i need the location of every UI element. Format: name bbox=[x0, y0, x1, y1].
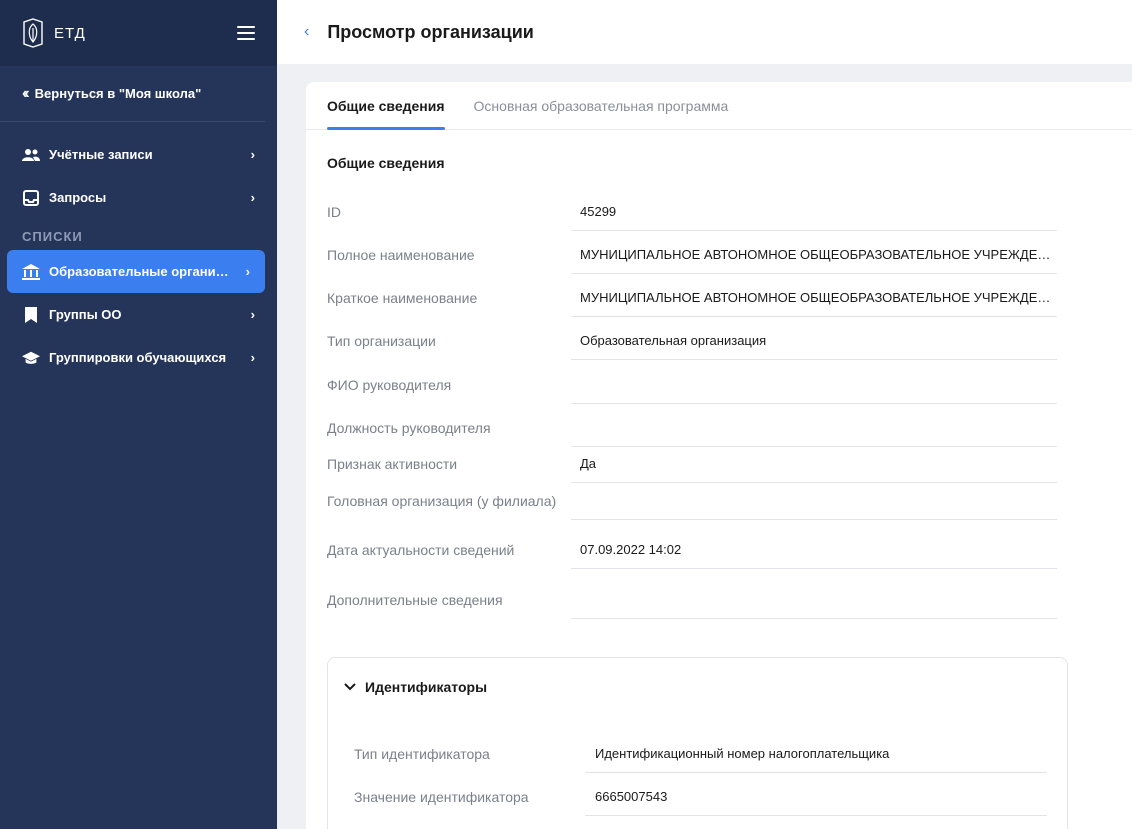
field-label: Тип идентификатора bbox=[354, 746, 490, 762]
identifiers-title: Идентификаторы bbox=[365, 679, 488, 695]
field-label: Полное наименование bbox=[327, 247, 475, 263]
chevron-right-icon: › bbox=[250, 147, 255, 162]
field-divider bbox=[571, 519, 1057, 520]
chevron-right-icon: › bbox=[250, 350, 255, 365]
field-value: 6665007543 bbox=[595, 789, 668, 804]
sidebar-item-org-groups[interactable]: Группы ОО › bbox=[0, 293, 277, 336]
field-value: МУНИЦИПАЛЬНОЕ АВТОНОМНОЕ ОБЩЕОБРАЗОВАТЕЛ… bbox=[580, 290, 1057, 305]
back-link-label: Вернуться в "Моя школа" bbox=[34, 86, 202, 101]
tab-main-educational-program[interactable]: Основная образовательная программа bbox=[474, 82, 729, 129]
section-title-lists: СПИСКИ bbox=[22, 229, 83, 244]
field-divider bbox=[571, 273, 1057, 274]
bookmark-icon bbox=[22, 306, 40, 324]
field-value: Образовательная организация bbox=[580, 333, 767, 348]
field-additional-info: Дополнительные сведения bbox=[327, 592, 1057, 619]
field-label: ID bbox=[327, 204, 341, 220]
field-label: Дата актуальности сведений bbox=[327, 542, 515, 558]
field-value: МУНИЦИПАЛЬНОЕ АВТОНОМНОЕ ОБЩЕОБРАЗОВАТЕЛ… bbox=[580, 247, 1057, 262]
field-divider bbox=[571, 316, 1057, 317]
chevron-down-icon bbox=[344, 683, 356, 691]
field-identifier-type: Тип идентификатора Идентификационный ном… bbox=[354, 746, 1047, 773]
field-value: 07.09.2022 14:02 bbox=[580, 542, 682, 557]
sidebar: ЕТД ‹‹ Вернуться в "Моя школа" Учётные з… bbox=[0, 0, 277, 829]
back-to-school-link[interactable]: ‹‹ Вернуться в "Моя школа" bbox=[0, 66, 265, 122]
page-title: Просмотр организации bbox=[327, 21, 534, 42]
field-label: Головная организация (у филиала) bbox=[327, 493, 557, 509]
field-label: Должность руководителя bbox=[327, 420, 491, 436]
identifiers-panel: Идентификаторы Тип идентификатора Иденти… bbox=[327, 657, 1068, 829]
sidebar-item-label: Учётные записи bbox=[49, 147, 153, 162]
field-head-org: Головная организация (у филиала) bbox=[327, 493, 1057, 520]
sidebar-item-label: Группы ОО bbox=[49, 307, 122, 322]
field-value: Да bbox=[580, 456, 597, 471]
field-divider bbox=[585, 772, 1047, 773]
logo-icon bbox=[23, 18, 43, 48]
field-id: ID 45299 bbox=[327, 204, 1057, 231]
field-divider bbox=[571, 568, 1057, 569]
tab-bar: Общие сведения Основная образовательная … bbox=[306, 82, 1132, 130]
field-active-flag: Признак активности Да bbox=[327, 456, 1057, 483]
sidebar-item-requests[interactable]: Запросы › bbox=[0, 176, 277, 219]
sidebar-item-accounts[interactable]: Учётные записи › bbox=[0, 133, 277, 176]
inbox-icon bbox=[22, 189, 40, 207]
menu-icon[interactable] bbox=[237, 26, 255, 40]
sidebar-item-student-groupings[interactable]: Группировки обучающихся › bbox=[0, 336, 277, 379]
sidebar-item-label: Группировки обучающихся bbox=[49, 350, 227, 365]
field-actuality-date: Дата актуальности сведений 07.09.2022 14… bbox=[327, 542, 1057, 569]
section-heading-general: Общие сведения bbox=[327, 155, 445, 171]
field-label: Дополнительные сведения bbox=[327, 592, 503, 608]
logo[interactable]: ЕТД bbox=[22, 18, 86, 48]
logo-text: ЕТД bbox=[54, 24, 86, 42]
chevron-right-icon: › bbox=[250, 307, 255, 322]
field-org-type: Тип организации Образовательная организа… bbox=[327, 333, 1057, 360]
field-label: Значение идентификатора bbox=[354, 789, 529, 805]
users-icon bbox=[22, 146, 40, 164]
field-divider bbox=[571, 230, 1057, 231]
field-value: Идентификационный номер налогоплательщик… bbox=[595, 746, 890, 761]
back-arrow-icon[interactable]: ‹ bbox=[304, 23, 309, 41]
field-director-name: ФИО руководителя bbox=[327, 377, 1057, 404]
chevron-right-icon: › bbox=[250, 190, 255, 205]
field-divider bbox=[571, 482, 1057, 483]
sidebar-header: ЕТД bbox=[0, 0, 277, 66]
sidebar-item-educational-orgs[interactable]: Образовательные организа... › bbox=[7, 250, 265, 293]
field-divider bbox=[585, 815, 1047, 816]
field-full-name: Полное наименование МУНИЦИПАЛЬНОЕ АВТОНО… bbox=[327, 247, 1057, 274]
field-label: Признак активности bbox=[327, 456, 458, 472]
sidebar-item-label: Образовательные организа... bbox=[49, 264, 230, 279]
field-label: Тип организации bbox=[327, 333, 436, 349]
tab-general-info[interactable]: Общие сведения bbox=[327, 82, 445, 130]
field-divider bbox=[571, 446, 1057, 447]
chevron-right-icon: › bbox=[245, 264, 250, 279]
institution-icon bbox=[22, 263, 40, 281]
field-director-position: Должность руководителя bbox=[327, 420, 1057, 447]
content-card: Общие сведения Основная образовательная … bbox=[306, 82, 1132, 829]
identifiers-toggle[interactable]: Идентификаторы bbox=[328, 658, 1067, 695]
field-label: ФИО руководителя bbox=[327, 377, 452, 393]
sidebar-item-label: Запросы bbox=[49, 190, 107, 205]
field-value: 45299 bbox=[580, 204, 617, 219]
double-chevron-left-icon: ‹‹ bbox=[22, 84, 29, 102]
field-label: Краткое наименование bbox=[327, 290, 478, 306]
graduation-cap-icon bbox=[22, 349, 40, 367]
field-identifier-value: Значение идентификатора 6665007543 bbox=[354, 789, 1047, 816]
field-divider bbox=[571, 618, 1057, 619]
top-bar: ‹ Просмотр организации bbox=[277, 0, 1132, 64]
field-divider bbox=[571, 359, 1057, 360]
field-short-name: Краткое наименование МУНИЦИПАЛЬНОЕ АВТОН… bbox=[327, 290, 1057, 317]
field-divider bbox=[571, 403, 1057, 404]
